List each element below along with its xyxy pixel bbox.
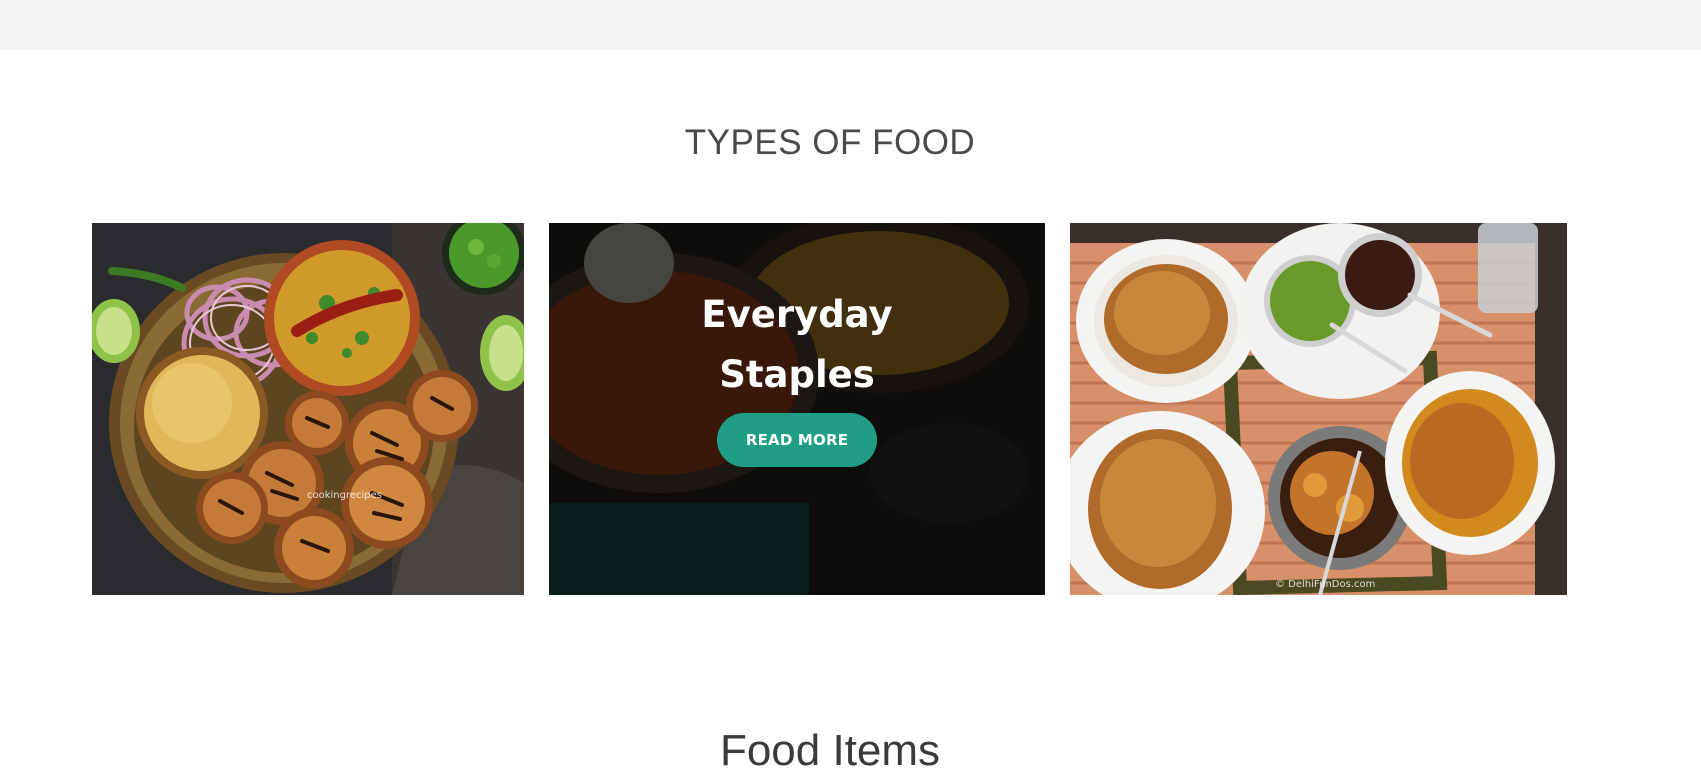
image-watermark: cookingrecipes [307, 490, 382, 501]
read-more-button[interactable]: READ MORE [717, 413, 877, 467]
food-image-kachori: © DelhiFunDos.com [1070, 223, 1567, 595]
caption-line-2: Staples [719, 353, 875, 396]
food-card-kachori[interactable]: © DelhiFunDos.com [1070, 223, 1567, 595]
section-title: TYPES OF FOOD [684, 123, 976, 162]
food-card-litti[interactable]: cookingrecipes [92, 223, 524, 595]
food-card-everyday-staples[interactable]: Everyday Staples READ MORE [549, 223, 1045, 595]
top-band [0, 0, 1701, 50]
food-image-litti: cookingrecipes [92, 223, 524, 595]
image-watermark: © DelhiFunDos.com [1275, 579, 1375, 590]
next-section-title: Food Items [719, 726, 941, 775]
caption-line-1: Everyday [701, 293, 893, 336]
card-overlay [549, 223, 1045, 595]
card-caption: Everyday Staples [549, 285, 1045, 405]
